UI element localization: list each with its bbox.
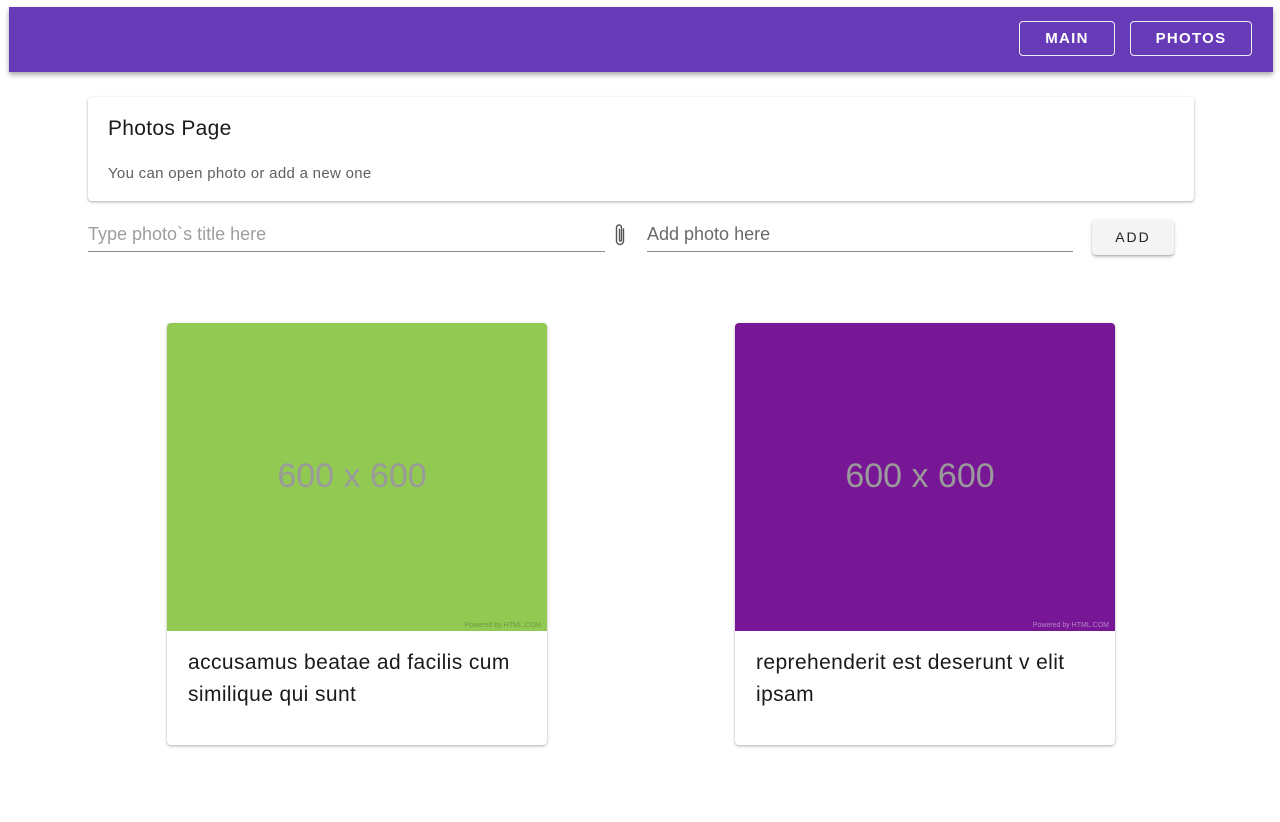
add-photo-button[interactable]: ADD <box>1092 219 1174 255</box>
photo-card[interactable]: 600 x 600 Powered by HTML.COM accusamus … <box>167 323 547 745</box>
photo-title: accusamus beatae ad facilis cum similiqu… <box>188 651 510 706</box>
photo-credit: Powered by HTML.COM <box>1032 622 1109 629</box>
photo-size-label: 600 x 600 <box>845 457 995 495</box>
page-header-card: Photos Page You can open photo or add a … <box>88 97 1194 201</box>
photo-thumbnail: 600 x 600 Powered by HTML.COM <box>735 323 1115 631</box>
photo-card[interactable]: 600 x 600 Powered by HTML.COM reprehende… <box>735 323 1115 745</box>
page-subtitle: You can open photo or add a new one <box>108 165 372 182</box>
main-nav-button[interactable]: MAIN <box>1019 21 1115 56</box>
photo-title: reprehenderit est deserunt v elit ipsam <box>756 651 1065 706</box>
photo-file-field <box>647 218 1073 252</box>
paperclip-icon[interactable] <box>611 222 629 248</box>
page-title: Photos Page <box>108 117 232 140</box>
photo-credit: Powered by HTML.COM <box>464 622 541 629</box>
app-bar: MAIN PHOTOS <box>9 7 1273 72</box>
photo-title-field <box>88 218 605 252</box>
photo-file-input[interactable] <box>647 218 1073 250</box>
photo-thumbnail: 600 x 600 Powered by HTML.COM <box>167 323 547 631</box>
photos-nav-button[interactable]: PHOTOS <box>1130 21 1252 56</box>
photo-title-input[interactable] <box>88 218 605 250</box>
photo-size-label: 600 x 600 <box>277 457 427 495</box>
